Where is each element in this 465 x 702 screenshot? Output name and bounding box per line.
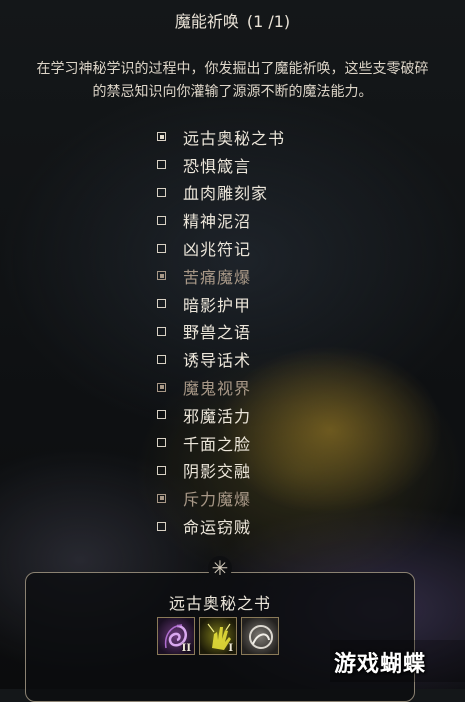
invocation-item[interactable]: 斥力魔爆 [157, 484, 357, 512]
spell-level: II [181, 643, 191, 654]
description-line: 在学习神秘学识的过程中，你发掘出了魔能祈唤，这些支零破碎 [36, 61, 429, 77]
invocation-item[interactable]: 命运窃贼 [157, 512, 357, 540]
invocation-checkbox[interactable] [157, 521, 166, 531]
invocation-checkbox[interactable] [157, 326, 166, 336]
invocation-checkbox[interactable] [157, 187, 166, 197]
sparkle-icon: ✳ [208, 556, 232, 580]
invocation-label: 命运窃贼 [183, 518, 252, 538]
invocation-label: 精神泥沼 [183, 212, 252, 232]
invocation-label: 千面之脸 [183, 434, 252, 454]
invocation-label: 远古奥秘之书 [183, 128, 286, 148]
invocation-label: 恐惧箴言 [183, 156, 252, 176]
spell-icons: II I [157, 617, 279, 655]
invocation-item[interactable]: 阴影交融 [157, 457, 357, 485]
invocation-item[interactable]: 凶兆符记 [157, 234, 357, 262]
invocation-list: 远古奥秘之书 恐惧箴言血肉雕刻家精神泥沼凶兆符记苦痛魔爆暗影护甲野兽之语诱导话术魔… [157, 123, 357, 540]
page-title: 魔能祈唤 (1 /1) [0, 8, 465, 32]
invocation-checkbox[interactable] [157, 299, 166, 309]
invocation-item[interactable]: 魔鬼视界 [157, 373, 357, 401]
grey-swirl-spell-icon[interactable] [241, 617, 279, 655]
invocation-checkbox[interactable] [157, 438, 166, 448]
invocation-item[interactable]: 邪魔活力 [157, 401, 357, 429]
invocation-label: 魔鬼视界 [183, 379, 252, 399]
invocation-checkbox[interactable] [157, 382, 166, 392]
invocation-label: 苦痛魔爆 [183, 267, 252, 287]
invocation-label: 阴影交融 [183, 462, 252, 482]
invocation-item[interactable]: 千面之脸 [157, 429, 357, 457]
yellow-hand-spell-icon[interactable]: I [199, 617, 237, 655]
invocation-item[interactable]: 暗影护甲 [157, 290, 357, 318]
invocation-label: 凶兆符记 [183, 240, 252, 260]
title-text: 魔能祈唤 [174, 12, 239, 31]
invocation-label: 邪魔活力 [183, 406, 252, 426]
invocation-checkbox[interactable] [157, 493, 166, 503]
invocation-item[interactable]: 远古奥秘之书 [157, 123, 357, 151]
invocation-checkbox[interactable] [157, 132, 166, 142]
description-line: 的禁忌知识向你灌输了源源不断的魔法能力。 [92, 84, 373, 100]
invocation-checkbox[interactable] [157, 271, 166, 281]
invocation-checkbox[interactable] [157, 354, 166, 364]
spell-level: I [228, 643, 233, 654]
invocation-checkbox[interactable] [157, 160, 166, 170]
invocation-label: 暗影护甲 [183, 295, 252, 315]
invocation-checkbox[interactable] [157, 243, 166, 253]
invocation-item[interactable]: 血肉雕刻家 [157, 179, 357, 207]
purple-spiral-spell-icon[interactable]: II [157, 617, 195, 655]
invocation-item[interactable]: 苦痛魔爆 [157, 262, 357, 290]
watermark: 游戏蝴蝶 [334, 652, 427, 677]
invocation-item[interactable]: 野兽之语 [157, 318, 357, 346]
invocation-checkbox[interactable] [157, 215, 166, 225]
invocation-label: 野兽之语 [183, 323, 252, 343]
invocation-label: 血肉雕刻家 [183, 184, 269, 204]
description: 在学习神秘学识的过程中，你发掘出了魔能祈唤，这些支零破碎 的禁忌知识向你灌输了源… [0, 58, 465, 104]
invocation-item[interactable]: 诱导话术 [157, 345, 357, 373]
invocation-count: (1 /1) [246, 12, 291, 31]
selected-invocation-title: 远古奥秘之书 [168, 594, 271, 613]
invocation-item[interactable]: 恐惧箴言 [157, 151, 357, 179]
invocation-checkbox[interactable] [157, 465, 166, 475]
invocation-label: 斥力魔爆 [183, 490, 252, 510]
invocation-checkbox[interactable] [157, 410, 166, 420]
invocation-item[interactable]: 精神泥沼 [157, 206, 357, 234]
invocation-label: 诱导话术 [183, 351, 252, 371]
